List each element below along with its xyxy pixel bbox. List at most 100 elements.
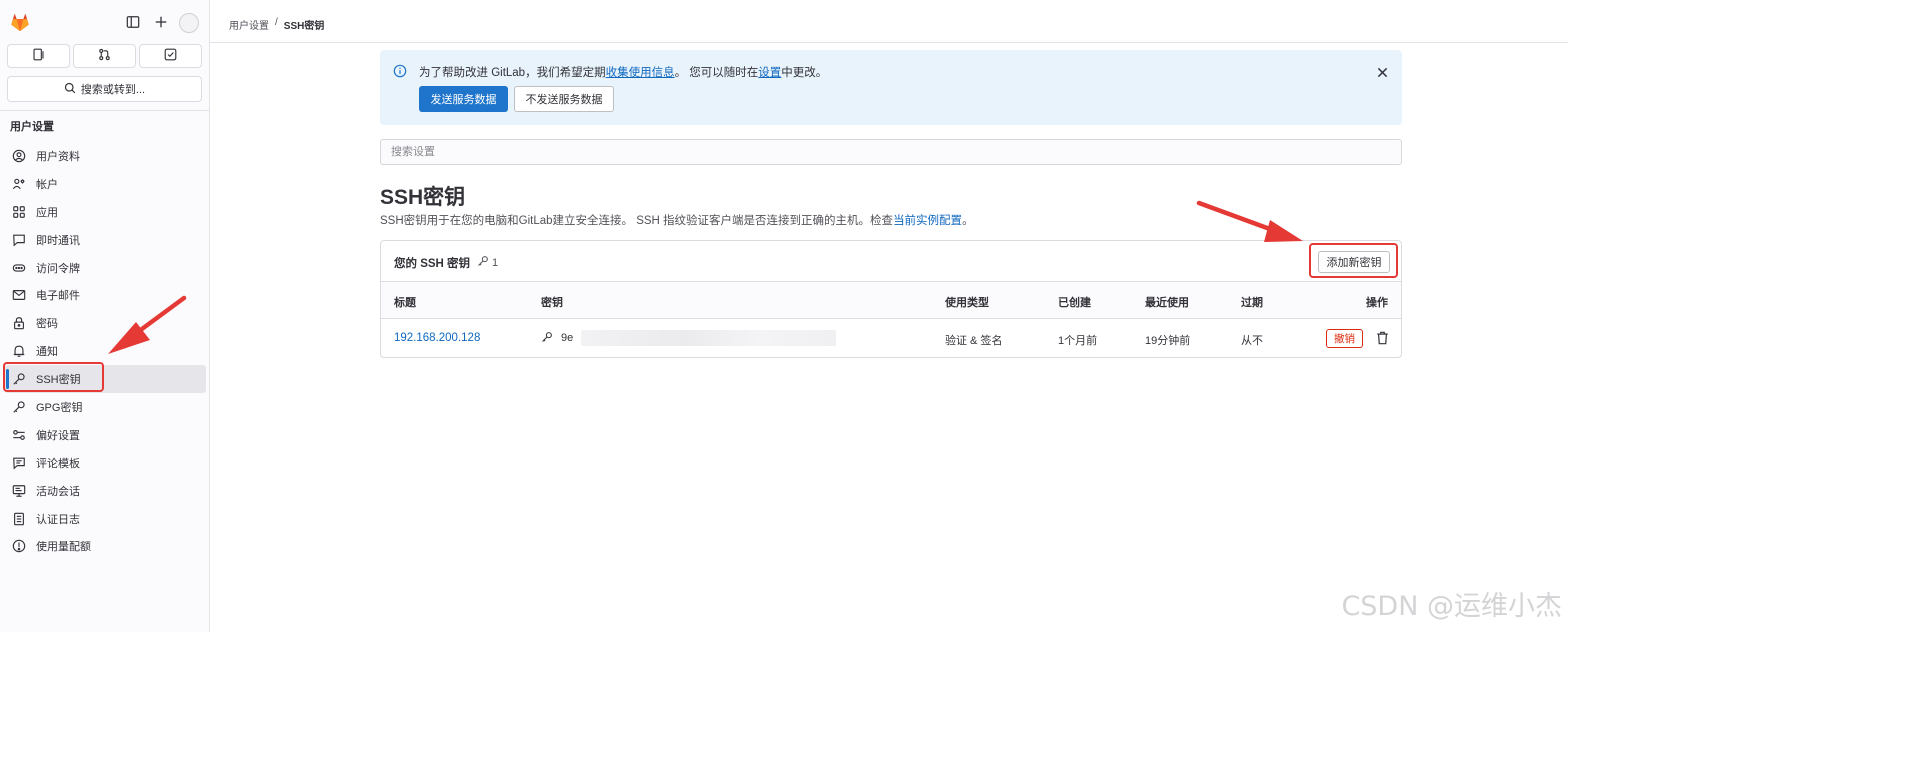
merge-requests-button[interactable] — [73, 44, 136, 68]
search-icon — [64, 82, 76, 97]
sidebar-item-account[interactable]: 帐户 — [5, 170, 206, 198]
last-used: 19分钟前 — [1145, 335, 1191, 347]
sidebar-item-label: 评论模板 — [36, 457, 80, 470]
created-at: 1个月前 — [1058, 335, 1098, 347]
column-header-usage: 使用类型 — [945, 297, 989, 309]
alert-text-part: 为了帮助改进 GitLab，我们希望定期 — [419, 67, 606, 79]
sidebar-item-label: 通知 — [36, 346, 58, 359]
sidebar-item-label: 电子邮件 — [36, 290, 80, 303]
sidebar-item-gpg-keys[interactable]: GPG密钥 — [5, 393, 206, 421]
alert-text-part: 中更改。 — [781, 67, 828, 79]
table-header: 标题 密钥 使用类型 已创建 最近使用 过期 操作 — [381, 282, 1401, 319]
key-icon — [541, 331, 553, 346]
top-bar: 用户设置 / SSH密钥 — [210, 0, 1568, 43]
settings-link[interactable]: 设置 — [758, 67, 781, 79]
revoke-button[interactable]: 撤销 — [1326, 329, 1363, 348]
sidebar-item-emails[interactable]: 电子邮件 — [5, 281, 206, 309]
monitor-icon — [12, 484, 26, 498]
column-header-key: 密钥 — [541, 297, 563, 309]
todo-button[interactable] — [139, 44, 202, 68]
preferences-icon — [12, 428, 26, 442]
sidebar-divider — [0, 110, 209, 111]
user-avatar[interactable] — [179, 13, 199, 33]
apps-icon — [12, 205, 26, 219]
column-header-expires: 过期 — [1241, 297, 1263, 309]
sidebar-item-usage-quotas[interactable]: 使用量配额 — [5, 532, 206, 560]
sidebar: 搜索或转到... 用户设置 用户资料 帐户 应用 即时通讯 访问令牌 电子邮件 — [0, 0, 210, 632]
sidebar-item-password[interactable]: 密码 — [5, 309, 206, 337]
sidebar-item-notifications[interactable]: 通知 — [5, 337, 206, 365]
key-count: 1 — [477, 255, 498, 270]
issues-button[interactable] — [7, 44, 70, 68]
instance-config-link[interactable]: 当前实例配置 — [893, 215, 962, 227]
mail-icon — [12, 288, 26, 302]
quota-icon — [12, 539, 26, 553]
key-icon — [477, 255, 489, 270]
search-or-goto-button[interactable]: 搜索或转到... — [7, 76, 202, 102]
plus-icon[interactable] — [152, 13, 170, 31]
sidebar-item-comment-templates[interactable]: 评论模板 — [5, 449, 206, 477]
trash-icon[interactable] — [1374, 330, 1390, 346]
highlight-box-add-key — [1309, 243, 1398, 278]
usage-data-alert: 为了帮助改进 GitLab，我们希望定期收集使用信息。 您可以随时在设置中更改。… — [380, 50, 1402, 125]
breadcrumb-parent[interactable]: 用户设置 — [229, 17, 269, 32]
key-count-value: 1 — [492, 256, 499, 269]
sidebar-header — [0, 0, 209, 44]
sidebar-item-preferences[interactable]: 偏好设置 — [5, 421, 206, 449]
issues-icon — [32, 48, 45, 64]
column-header-created: 已创建 — [1058, 297, 1091, 309]
chat-icon — [12, 233, 26, 247]
bell-icon — [12, 344, 26, 358]
key-title-link[interactable]: 192.168.200.128 — [394, 332, 480, 344]
sidebar-item-label: 帐户 — [36, 178, 58, 191]
breadcrumb: 用户设置 / SSH密钥 — [229, 17, 324, 32]
sidebar-item-access-tokens[interactable]: 访问令牌 — [5, 254, 206, 282]
lock-icon — [12, 316, 26, 330]
breadcrumb-separator: / — [275, 17, 278, 28]
gitlab-logo-icon[interactable] — [9, 11, 31, 33]
key-fingerprint-prefix: 9e — [561, 332, 574, 344]
sidebar-item-applications[interactable]: 应用 — [5, 198, 206, 226]
search-or-goto-label: 搜索或转到... — [80, 84, 146, 96]
page-title: SSH密钥 — [380, 186, 466, 209]
sidebar-item-active-sessions[interactable]: 活动会话 — [5, 477, 206, 505]
settings-nav: 用户资料 帐户 应用 即时通讯 访问令牌 电子邮件 密码 通知 SSH密钥 GP… — [5, 142, 206, 560]
close-icon[interactable] — [1374, 64, 1390, 80]
sidebar-item-label: 密码 — [36, 318, 58, 331]
sidebar-item-label: 应用 — [36, 206, 58, 219]
column-header-last-used: 最近使用 — [1145, 297, 1189, 309]
send-service-data-button[interactable]: 发送服务数据 — [419, 86, 508, 112]
expires-at: 从不 — [1241, 335, 1263, 347]
sidebar-item-label: 访问令牌 — [36, 262, 80, 275]
card-header: 您的 SSH 密钥 1 添加新密钥 — [381, 241, 1401, 282]
breadcrumb-current[interactable]: SSH密钥 — [284, 17, 325, 32]
redacted-fingerprint — [581, 330, 837, 346]
table-row: 192.168.200.128 9e 验证 & 签名 1个月前 19分钟前 从不… — [381, 319, 1401, 357]
sidebar-item-profile[interactable]: 用户资料 — [5, 142, 206, 170]
arrow-to-add-key — [1196, 200, 1303, 242]
dont-send-service-data-button[interactable]: 不发送服务数据 — [514, 86, 614, 112]
info-icon — [393, 64, 407, 81]
ssh-keys-card: 您的 SSH 密钥 1 添加新密钥 标题 密钥 使用类型 已创建 最近使用 过期… — [380, 240, 1402, 358]
collect-usage-link[interactable]: 收集使用信息 — [606, 67, 675, 79]
settings-search-input[interactable] — [380, 139, 1402, 165]
sidebar-item-label: 用户资料 — [36, 150, 80, 163]
highlight-box-ssh-keys — [3, 362, 104, 392]
description-text: 。 — [962, 215, 974, 227]
log-icon — [12, 512, 26, 526]
todo-icon — [164, 48, 177, 64]
sidebar-item-chat[interactable]: 即时通讯 — [5, 226, 206, 254]
sidebar-item-auth-log[interactable]: 认证日志 — [5, 505, 206, 533]
sidebar-toggle-icon[interactable] — [124, 13, 142, 31]
sidebar-item-label: 使用量配额 — [36, 541, 91, 554]
alert-text-part: 。 您可以随时在 — [674, 67, 759, 79]
column-header-title: 标题 — [394, 297, 416, 309]
account-icon — [12, 177, 26, 191]
alert-message: 为了帮助改进 GitLab，我们希望定期收集使用信息。 您可以随时在设置中更改。 — [419, 64, 827, 80]
key-icon — [12, 400, 26, 414]
sidebar-item-label: GPG密钥 — [36, 401, 83, 414]
user-circle-icon — [12, 149, 26, 163]
key-fingerprint: 9e — [541, 330, 837, 346]
sidebar-section-title: 用户设置 — [10, 121, 54, 133]
sidebar-item-label: 认证日志 — [36, 513, 80, 526]
